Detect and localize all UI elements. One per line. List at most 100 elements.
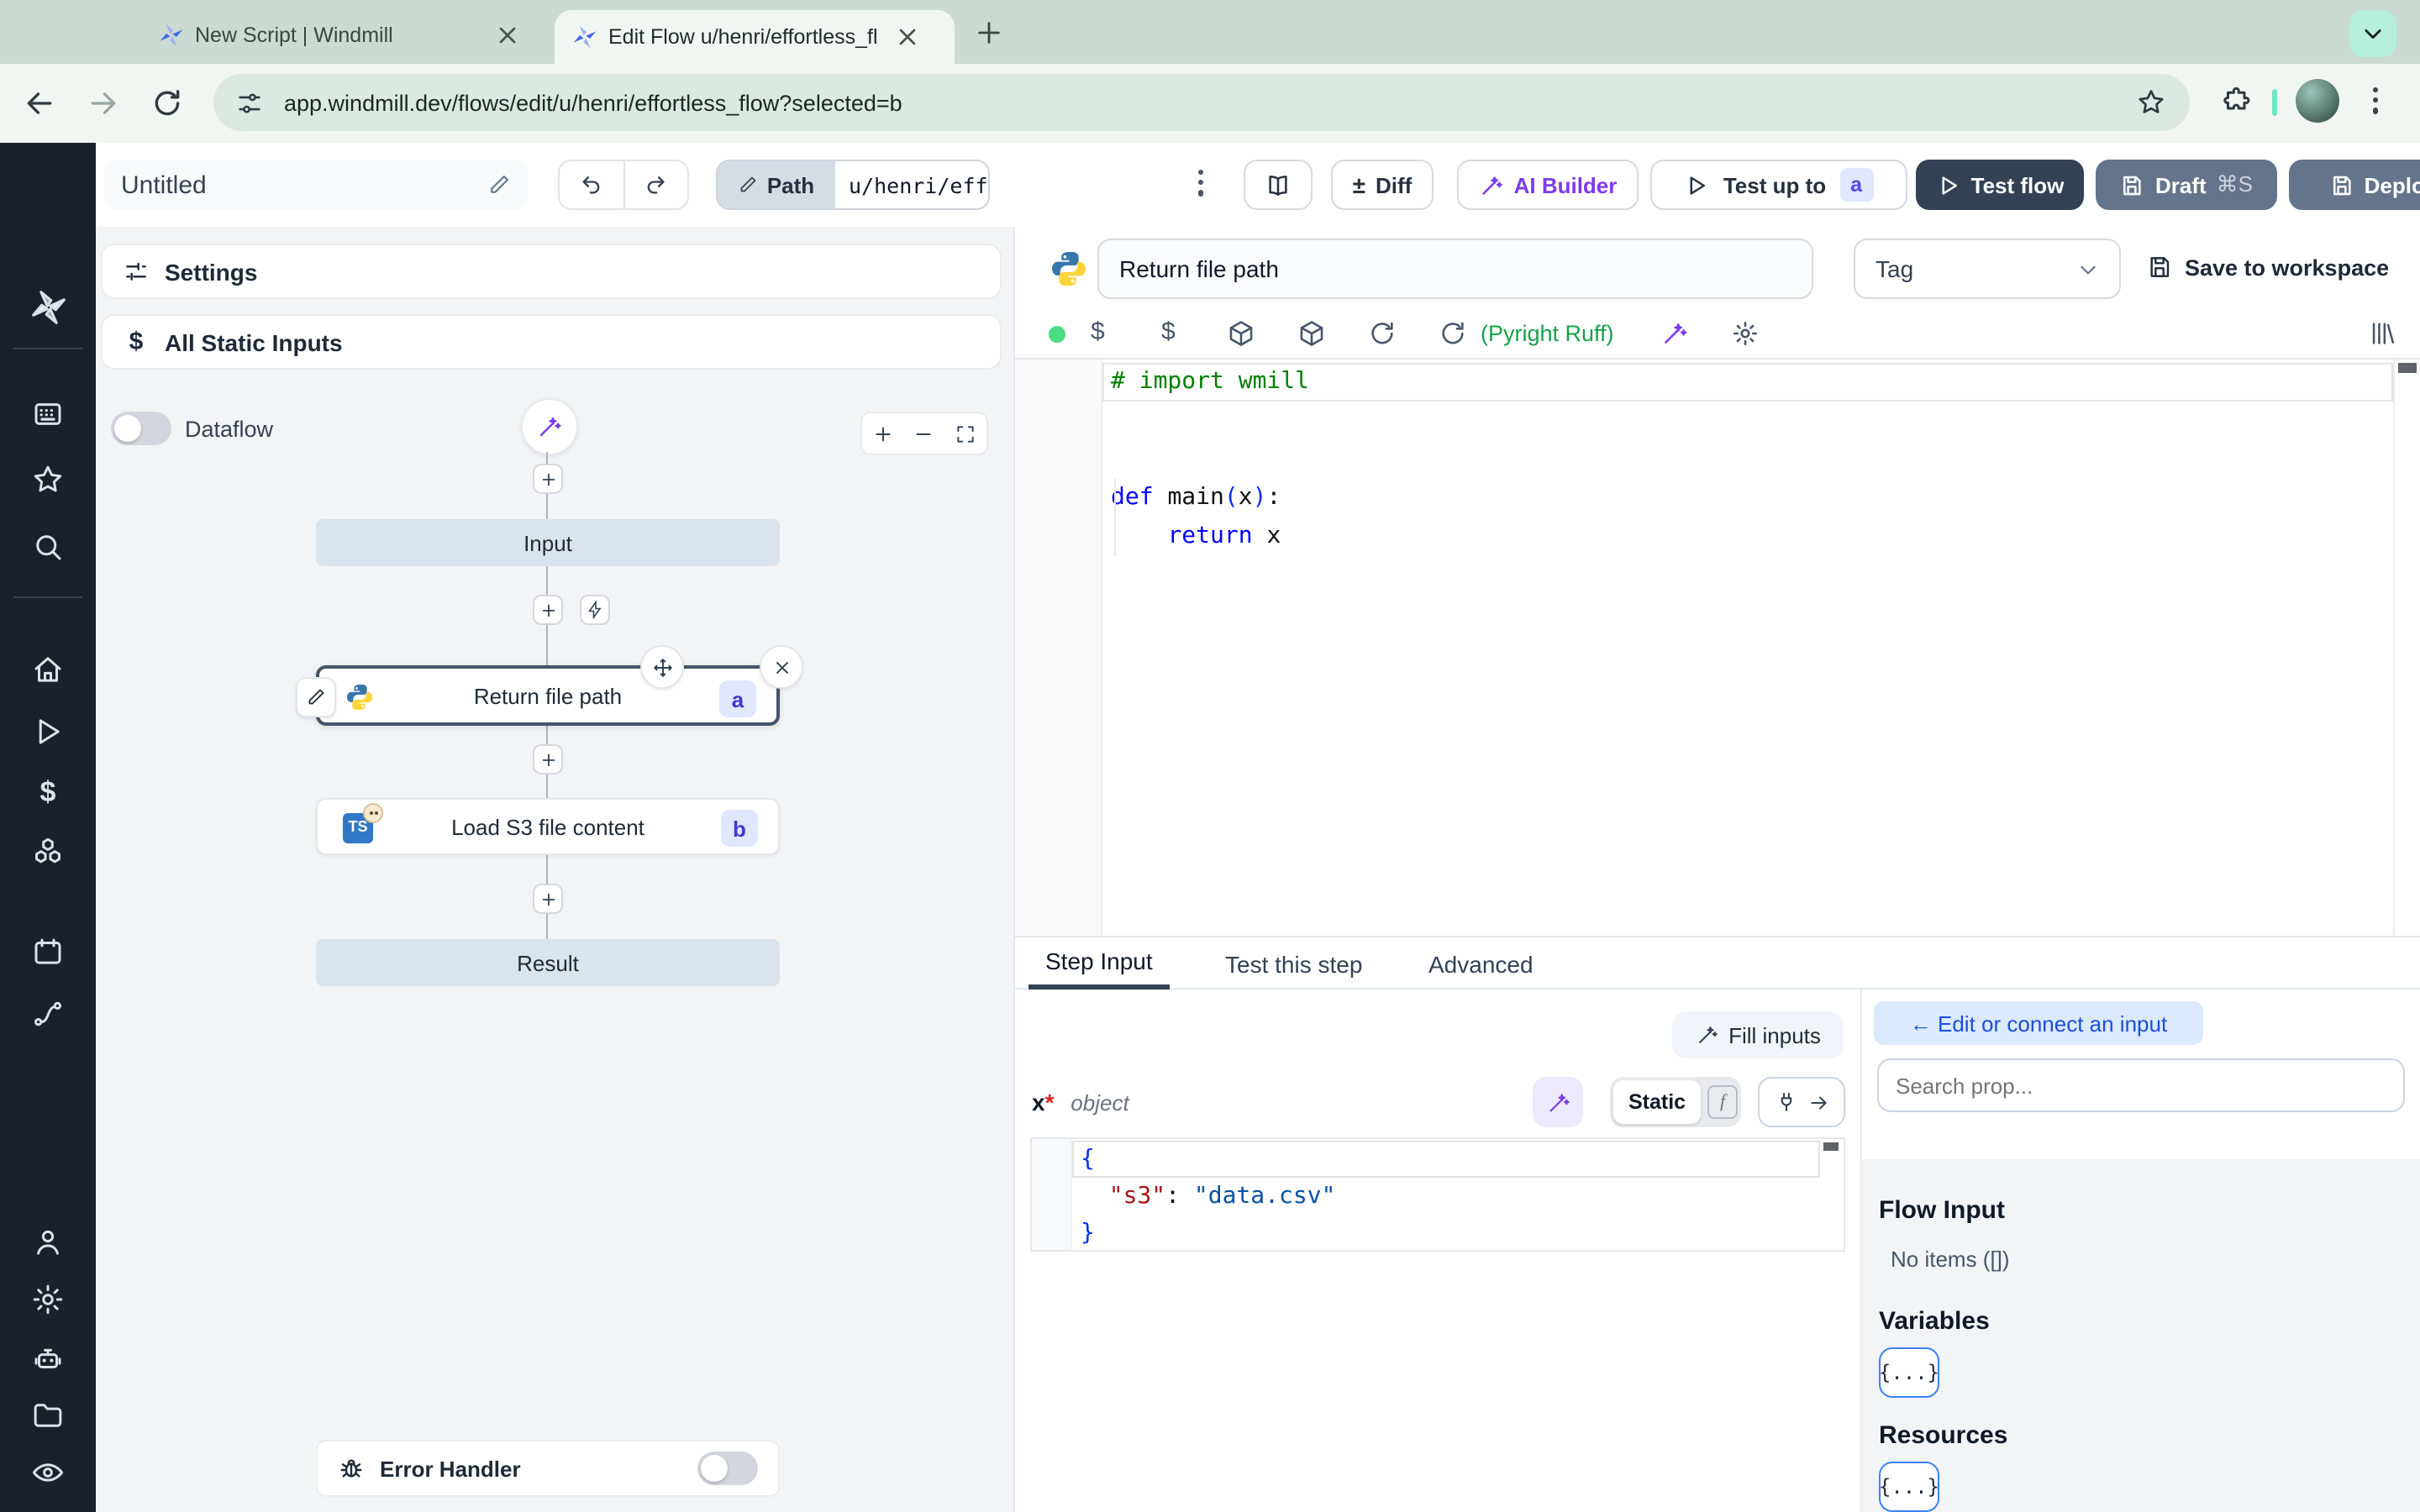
url-text[interactable]: app.windmill.dev/flows/edit/u/henri/effo…	[284, 90, 2136, 115]
delete-step-button[interactable]	[760, 645, 803, 689]
new-tab-plus-icon[interactable]	[975, 18, 1003, 47]
reload-icon[interactable]	[151, 87, 183, 119]
edit-step-pencil-chip[interactable]	[296, 677, 336, 717]
redo-button[interactable]	[624, 161, 687, 208]
dollar-icon[interactable]: $	[1091, 318, 1105, 346]
variables-braces-button[interactable]: {...}	[1879, 1347, 1939, 1398]
static-mode-button[interactable]: Static	[1613, 1080, 1702, 1124]
flow-node-input[interactable]: Input	[316, 519, 780, 566]
tab-close-icon[interactable]	[494, 22, 521, 49]
test-up-to-label: Test up to	[1723, 172, 1827, 197]
undo-button[interactable]	[560, 161, 624, 208]
sidebar-item-resources-icon[interactable]	[30, 835, 66, 870]
search-prop-input[interactable]	[1877, 1058, 2405, 1112]
ai-builder-button[interactable]: AI Builder	[1457, 160, 1639, 210]
lint-status[interactable]: (Pyright Ruff)	[1481, 321, 1614, 346]
zoom-in-icon[interactable]	[872, 423, 894, 444]
package-box-icon[interactable]	[1297, 319, 1326, 348]
error-handler-toggle[interactable]	[697, 1452, 758, 1485]
test-flow-button[interactable]: Test flow	[1916, 160, 2084, 210]
diff-button[interactable]: ± Diff	[1331, 160, 1434, 210]
sliders-icon	[123, 258, 150, 285]
quick-menu-icon[interactable]	[30, 396, 66, 432]
all-static-inputs-card[interactable]: $ All Static Inputs	[101, 314, 1002, 370]
code-editor[interactable]: # import wmill def main(x): return x	[1015, 358, 2420, 936]
refresh-icon[interactable]	[1368, 319, 1397, 348]
flow-editor-toolbar: Untitled Path u/henri/eff ± Diff AI Buil…	[96, 143, 2420, 228]
docs-book-button[interactable]	[1244, 160, 1313, 210]
edit-pencil-icon[interactable]	[487, 173, 511, 197]
extensions-puzzle-icon[interactable]	[2222, 86, 2252, 116]
move-step-handle[interactable]	[640, 645, 684, 689]
tab-close-icon[interactable]	[894, 24, 921, 50]
url-bar[interactable]: app.windmill.dev/flows/edit/u/henri/effo…	[213, 74, 2190, 131]
bookmark-star-icon[interactable]	[2136, 87, 2166, 118]
javascript-expr-button[interactable]: f	[1707, 1085, 1738, 1119]
windmill-logo-icon[interactable]	[30, 289, 67, 326]
tab-search-button[interactable]	[2349, 10, 2396, 57]
package-box-icon[interactable]	[1227, 319, 1255, 348]
scrollbar-thumb[interactable]	[2398, 363, 2417, 373]
insert-step-button[interactable]	[533, 595, 563, 625]
forward-arrow-icon[interactable]	[87, 87, 119, 119]
ai-wand-icon[interactable]	[1660, 319, 1689, 348]
flow-name-field[interactable]: Untitled	[104, 160, 528, 210]
insert-trigger-button[interactable]	[580, 595, 610, 625]
edit-connect-input-button[interactable]: ← Edit or connect an input	[1874, 1001, 2203, 1045]
sidebar-item-user-icon[interactable]	[30, 1225, 66, 1260]
dataflow-toggle[interactable]	[111, 412, 171, 445]
undo-redo-group	[558, 160, 689, 210]
sidebar-item-home-icon[interactable]	[30, 652, 66, 687]
sidebar-item-routes-icon[interactable]	[30, 996, 66, 1032]
tag-select[interactable]: Tag	[1854, 239, 2121, 299]
step-name-field[interactable]: Return file path	[1097, 239, 1813, 299]
draft-button[interactable]: Draft ⌘S	[2096, 160, 2277, 210]
sidebar-item-variables-icon[interactable]: $	[30, 774, 66, 810]
favorites-star-icon[interactable]	[30, 462, 66, 497]
resources-braces-button[interactable]: {...}	[1879, 1462, 1939, 1512]
library-icon[interactable]	[2368, 319, 2396, 348]
gear-icon[interactable]	[1731, 319, 1760, 348]
sidebar-item-folders-icon[interactable]	[30, 1398, 66, 1433]
tune-icon[interactable]	[235, 88, 264, 117]
tab-advanced[interactable]: Advanced	[1412, 937, 1550, 990]
sidebar-item-workers-robot-icon[interactable]	[30, 1341, 66, 1376]
flow-node-step-a[interactable]: Return file path a	[316, 665, 780, 726]
fullscreen-icon[interactable]	[955, 423, 976, 444]
insert-step-button[interactable]	[533, 464, 563, 494]
flow-node-step-b[interactable]: TS Load S3 file content b	[316, 798, 780, 855]
sidebar-item-audit-eye-icon[interactable]	[30, 1455, 66, 1490]
sidebar-item-schedules-icon[interactable]	[30, 934, 66, 969]
connect-input-button[interactable]	[1758, 1077, 1845, 1127]
json-arg-editor[interactable]: { "s3": "data.csv"}	[1030, 1137, 1845, 1252]
back-arrow-icon[interactable]	[24, 87, 55, 119]
more-options-kebab-icon[interactable]	[1198, 170, 1204, 197]
arg-ai-button[interactable]	[1533, 1077, 1583, 1127]
avatar[interactable]	[2296, 79, 2339, 123]
refresh-icon[interactable]	[1439, 319, 1467, 348]
bun-icon	[363, 803, 383, 823]
zoom-out-icon[interactable]	[913, 423, 935, 444]
insert-step-button[interactable]	[533, 744, 563, 774]
browser-toolbar: app.windmill.dev/flows/edit/u/henri/effo…	[0, 64, 2420, 144]
tab-test-this-step[interactable]: Test this step	[1208, 937, 1379, 990]
test-up-to-button[interactable]: Test up to a	[1650, 160, 1907, 210]
settings-card[interactable]: Settings	[101, 244, 1002, 299]
browser-tab-active[interactable]: Edit Flow u/henri/effortless_fl	[555, 10, 955, 64]
scrollbar-thumb[interactable]	[1823, 1142, 1839, 1151]
error-handler-card[interactable]: Error Handler	[316, 1440, 780, 1497]
dollar-icon[interactable]: $	[1161, 318, 1176, 346]
search-icon[interactable]	[30, 529, 66, 564]
browser-tab-inactive[interactable]: New Script | Windmill	[148, 13, 534, 57]
path-chip[interactable]: Path u/henri/eff	[716, 160, 990, 210]
fill-inputs-button[interactable]: Fill inputs	[1672, 1011, 1844, 1058]
browser-menu-kebab-icon[interactable]	[2373, 87, 2379, 114]
sidebar-item-settings-gear-icon[interactable]	[30, 1282, 66, 1317]
sidebar-item-runs-icon[interactable]	[30, 714, 66, 749]
tab-step-input[interactable]: Step Input	[1028, 937, 1170, 990]
save-to-workspace-button[interactable]: Save to workspace	[2146, 254, 2389, 281]
insert-step-button[interactable]	[533, 884, 563, 914]
deploy-button[interactable]: Deploy	[2289, 160, 2420, 210]
flow-ai-button[interactable]	[521, 398, 578, 455]
flow-node-result[interactable]: Result	[316, 939, 780, 986]
